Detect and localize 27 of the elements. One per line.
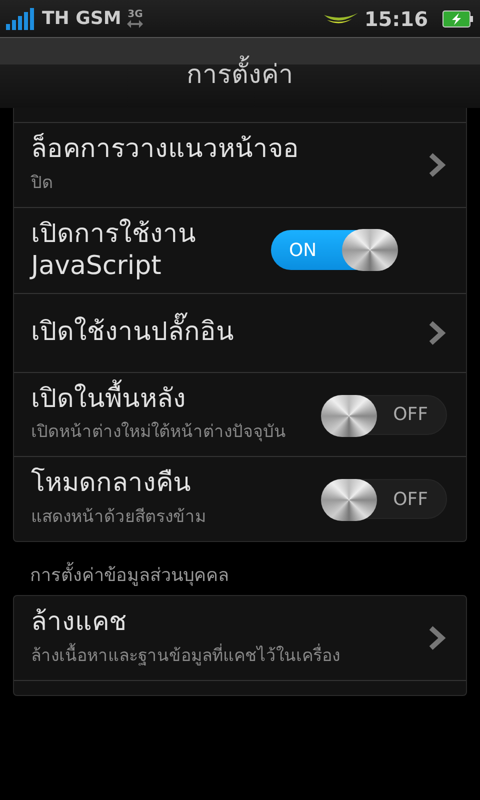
toggle-switch[interactable]: OFF [321,479,447,520]
setting-title: โหมดกลางคืน [31,467,192,500]
settings-row[interactable]: เปิดการใช้งาน JavaScript ON [14,206,466,293]
settings-row[interactable]: โหมดกลางคืน แสดงหน้าด้วยสีตรงข้าม OFF [14,456,466,542]
toggle-switch[interactable]: OFF [321,394,447,435]
chevron-right-icon [428,320,446,346]
clock: 15:16 [364,6,428,30]
setting-title: ล็อคการวางแนวหน้าจอ [31,133,300,166]
section-header: การตั้งค่าข้อมูลส่วนบุคคล [13,542,467,596]
carrier-name: TH GSM [42,8,122,29]
setting-title: เปิดการใช้งาน JavaScript [31,218,197,283]
setting-title: ล้างแคช [31,606,128,639]
screen-title: การตั้งค่า [186,52,294,94]
setting-summary: เปิดหน้าต่างใหม่ใต้หน้าต่างปัจจุบัน [31,420,287,444]
network-indicator: 3G [127,10,144,28]
carrier-logo-icon [324,10,358,26]
setting-summary: แสดงหน้าด้วยสีตรงข้าม [31,506,207,529]
battery-charging-icon [442,10,474,28]
chevron-right-icon [428,624,446,651]
settings-row[interactable]: เปิดใช้งานปลั๊กอิน [14,292,466,372]
chevron-right-icon [428,152,446,178]
settings-row[interactable]: เปิดในพื้นหลัง เปิดหน้าต่างใหม่ใต้หน้าต่างปัจจุบัน OFF [14,372,466,456]
setting-summary: ล้างเนื้อหาและฐานข้อมูลที่แคชไว้ในเครื่อง [31,642,428,670]
signal-icon [6,8,36,30]
setting-summary: ปิด [31,172,54,194]
settings-row[interactable]: ล็อคการวางแนวหน้าจอ ปิด [14,122,466,207]
settings-row[interactable]: ล้างแคช ล้างเนื้อหาและฐานข้อมูลที่แคชไว้ในเครื่อง [14,596,466,680]
